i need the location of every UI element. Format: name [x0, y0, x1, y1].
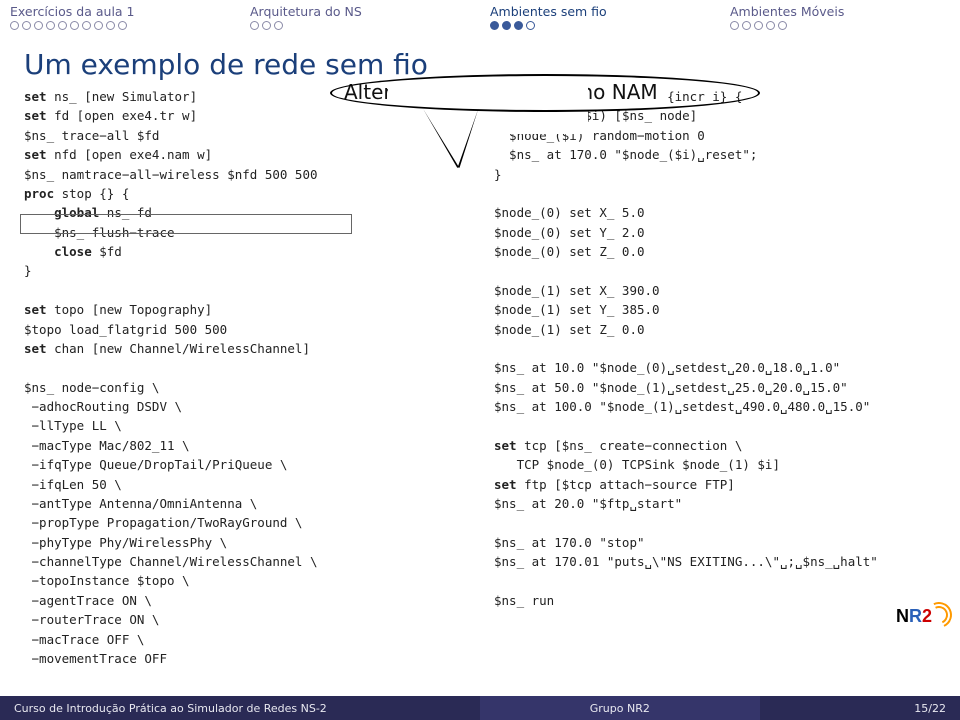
- nav-dot[interactable]: [70, 21, 79, 30]
- nav-dot[interactable]: [250, 21, 259, 30]
- code-line: $node_(1) set Z_ 0.0: [494, 320, 936, 339]
- nav-dot[interactable]: [34, 21, 43, 30]
- nav-dot[interactable]: [82, 21, 91, 30]
- code-line: $ns_ at 170.0 "stop": [494, 533, 936, 552]
- nav-dot[interactable]: [526, 21, 535, 30]
- code-line: [494, 571, 936, 590]
- code-line: −llType LL \: [24, 416, 466, 435]
- nav-dot[interactable]: [46, 21, 55, 30]
- highlight-box: [20, 214, 352, 234]
- code-line: TCP $node_(0) TCPSink $node_(1) $i]: [494, 455, 936, 474]
- nav-dot[interactable]: [766, 21, 775, 30]
- nav-dot[interactable]: [730, 21, 739, 30]
- code-line: $ns_ namtrace−all−wireless $nfd 500 500: [24, 165, 466, 184]
- code-line: [494, 416, 936, 435]
- nav-dot[interactable]: [514, 21, 523, 30]
- nav-dot[interactable]: [490, 21, 499, 30]
- nav-section-label: Arquitetura do NS: [250, 4, 470, 19]
- footer-bar: Curso de Introdução Prática ao Simulador…: [0, 696, 960, 720]
- code-line: set tcp [$ns_ create−connection \: [494, 436, 936, 455]
- nav-dot[interactable]: [274, 21, 283, 30]
- code-line: $ns_ at 50.0 "$node_(1)␣setdest␣25.0␣20.…: [494, 378, 936, 397]
- callout-mask: [388, 82, 588, 134]
- code-line: [24, 358, 466, 377]
- code-line: $node_(0) set Y_ 2.0: [494, 223, 936, 242]
- code-columns: set ns_ [new Simulator]set fd [open exe4…: [24, 87, 936, 668]
- nav-section[interactable]: Exercícios da aula 1: [0, 0, 240, 40]
- nav-dot[interactable]: [754, 21, 763, 30]
- code-line: [24, 281, 466, 300]
- code-line: [494, 513, 936, 532]
- code-line: $node_(1) set X_ 390.0: [494, 281, 936, 300]
- code-line: $node_(0) set Z_ 0.0: [494, 242, 936, 261]
- code-line: $ns_ at 10.0 "$node_(0)␣setdest␣20.0␣18.…: [494, 358, 936, 377]
- code-left-column: set ns_ [new Simulator]set fd [open exe4…: [24, 87, 466, 668]
- code-line: $ns_ at 170.0 "$node_($i)␣reset";: [494, 145, 936, 164]
- nav-dot[interactable]: [502, 21, 511, 30]
- nav-progress-dots: [730, 21, 950, 30]
- code-line: $node_(0) set X_ 5.0: [494, 203, 936, 222]
- slide-title: Um exemplo de rede sem fio: [24, 48, 936, 81]
- code-line: $ns_ node−config \: [24, 378, 466, 397]
- nav-section-label: Ambientes Móveis: [730, 4, 950, 19]
- code-line: set topo [new Topography]: [24, 300, 466, 319]
- code-line: }: [24, 261, 466, 280]
- code-line: $ns_ at 100.0 "$node_(1)␣setdest␣490.0␣4…: [494, 397, 936, 416]
- logo-r: R: [909, 606, 922, 626]
- code-line: −antType Antenna/OmniAntenna \: [24, 494, 466, 513]
- nav-section[interactable]: Ambientes sem fio: [480, 0, 720, 40]
- code-line: −movementTrace OFF: [24, 649, 466, 668]
- code-line: $ns_ at 170.01 "puts␣\"NS EXITING...\"␣;…: [494, 552, 936, 571]
- nav-dot[interactable]: [10, 21, 19, 30]
- code-line: close $fd: [24, 242, 466, 261]
- code-line: −agentTrace ON \: [24, 591, 466, 610]
- code-right-column: for {set i 0} {$i < 2} {incr i} { set no…: [494, 87, 936, 668]
- nav-dot[interactable]: [778, 21, 787, 30]
- nav-dot[interactable]: [58, 21, 67, 30]
- nav-dot[interactable]: [118, 21, 127, 30]
- nav-progress-dots: [10, 21, 230, 30]
- code-line: −macType Mac/802_11 \: [24, 436, 466, 455]
- code-line: [494, 339, 936, 358]
- code-line: −phyType Phy/WirelessPhy \: [24, 533, 466, 552]
- nav-section-label: Exercícios da aula 1: [10, 4, 230, 19]
- code-line: −ifqType Queue/DropTail/PriQueue \: [24, 455, 466, 474]
- code-line: $node_(1) set Y_ 385.0: [494, 300, 936, 319]
- footer-left: Curso de Introdução Prática ao Simulador…: [0, 696, 480, 720]
- nav-section[interactable]: Arquitetura do NS: [240, 0, 480, 40]
- code-line: $ns_ run: [494, 591, 936, 610]
- nav-dot[interactable]: [262, 21, 271, 30]
- nr2-logo: NR2: [896, 606, 950, 644]
- nav-dot[interactable]: [94, 21, 103, 30]
- nav-dot[interactable]: [22, 21, 31, 30]
- code-line: −adhocRouting DSDV \: [24, 397, 466, 416]
- code-line: [494, 261, 936, 280]
- nav-section[interactable]: Ambientes Móveis: [720, 0, 960, 40]
- nav-progress-dots: [490, 21, 710, 30]
- code-line: $topo load_flatgrid 500 500: [24, 320, 466, 339]
- code-line: −topoInstance $topo \: [24, 571, 466, 590]
- slide-body: Um exemplo de rede sem fio Alteração par…: [0, 40, 960, 672]
- code-line: set ftp [$tcp attach−source FTP]: [494, 475, 936, 494]
- code-line: −macTrace OFF \: [24, 630, 466, 649]
- code-line: −channelType Channel/WirelessChannel \: [24, 552, 466, 571]
- code-line: −propType Propagation/TwoRayGround \: [24, 513, 466, 532]
- footer-center: Grupo NR2: [480, 696, 760, 720]
- nav-section-label: Ambientes sem fio: [490, 4, 710, 19]
- logo-n: N: [896, 606, 909, 626]
- code-line: −routerTrace ON \: [24, 610, 466, 629]
- top-nav: Exercícios da aula 1 Arquitetura do NS Amb…: [0, 0, 960, 40]
- nav-progress-dots: [250, 21, 470, 30]
- nav-dot[interactable]: [106, 21, 115, 30]
- code-line: $ns_ at 20.0 "$ftp␣start": [494, 494, 936, 513]
- footer-right: 15/22: [760, 696, 960, 720]
- code-line: }: [494, 165, 936, 184]
- code-line: [494, 184, 936, 203]
- code-line: −ifqLen 50 \: [24, 475, 466, 494]
- code-line: set chan [new Channel/WirelessChannel]: [24, 339, 466, 358]
- nav-dot[interactable]: [742, 21, 751, 30]
- code-line: set nfd [open exe4.nam w]: [24, 145, 466, 164]
- code-line: proc stop {} {: [24, 184, 466, 203]
